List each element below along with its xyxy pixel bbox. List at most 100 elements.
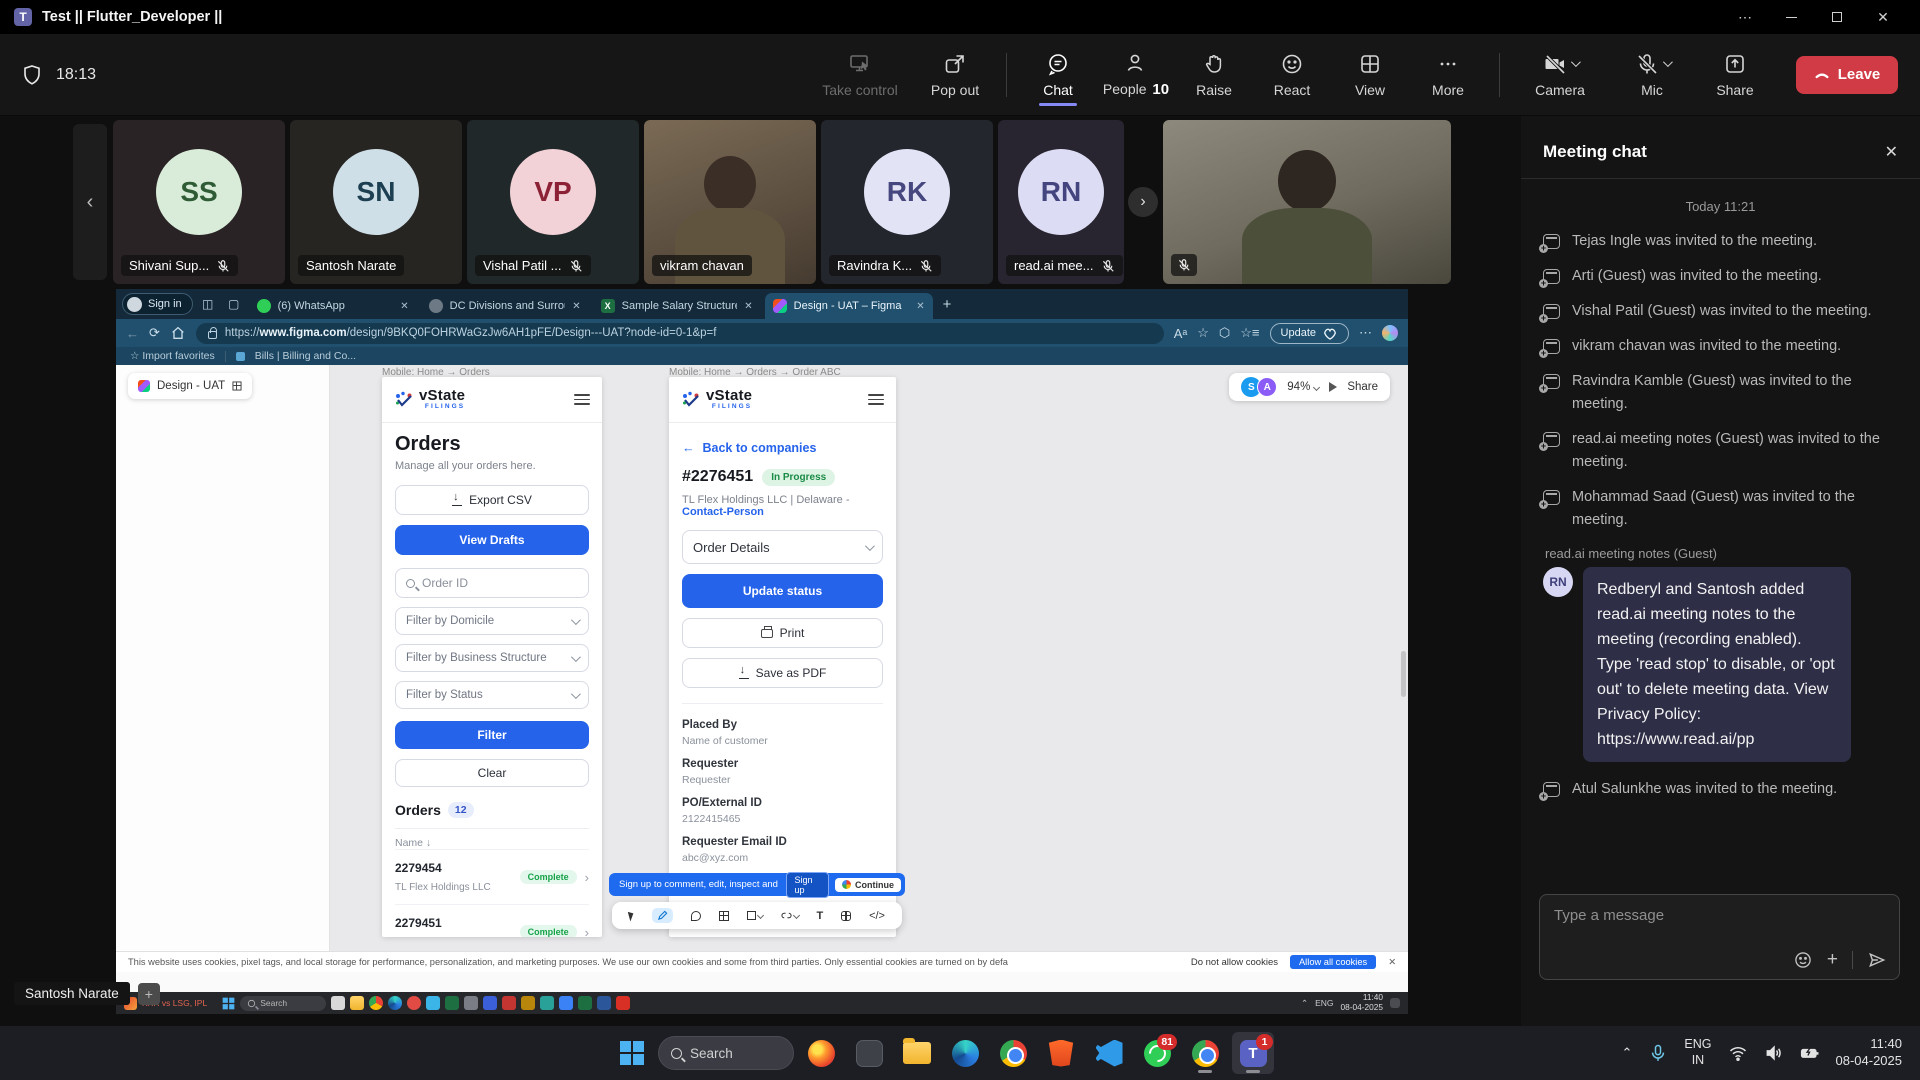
- close-cookie-icon[interactable]: ✕: [1388, 957, 1396, 968]
- shared-clock[interactable]: 11:4008-04-2025: [1341, 993, 1383, 1012]
- taskbar-app-icon[interactable]: [464, 996, 478, 1010]
- more-window-options-icon[interactable]: ⋯: [1722, 0, 1768, 34]
- save-as-pdf-button[interactable]: Save as PDF: [682, 658, 883, 688]
- comment-tool-icon[interactable]: [691, 911, 701, 921]
- volume-icon[interactable]: [1764, 1043, 1784, 1063]
- code-tool-icon[interactable]: </>: [869, 910, 885, 922]
- wifi-icon[interactable]: [1728, 1043, 1748, 1063]
- import-favorites-link[interactable]: ☆ Import favorites: [130, 350, 215, 362]
- chat-input-box[interactable]: +: [1539, 894, 1900, 980]
- browser-tab-active[interactable]: Design - UAT – Figma ✕: [765, 293, 933, 319]
- figma-share-button[interactable]: Share: [1347, 381, 1378, 393]
- view-button[interactable]: View: [1335, 42, 1405, 108]
- text-tool-icon[interactable]: T: [816, 910, 823, 922]
- word-icon[interactable]: [597, 996, 611, 1010]
- taskbar-app-icon[interactable]: [521, 996, 535, 1010]
- new-tab-icon[interactable]: +: [943, 296, 952, 313]
- pages-panel-icon[interactable]: [233, 382, 242, 391]
- taskbar-app-icon[interactable]: [483, 996, 497, 1010]
- close-tab-icon[interactable]: ✕: [400, 301, 408, 312]
- close-icon[interactable]: ✕: [1860, 0, 1906, 34]
- camera-app-icon[interactable]: [848, 1032, 890, 1074]
- workspaces-icon[interactable]: ◫: [197, 293, 219, 315]
- add-overlay-icon[interactable]: +: [138, 983, 160, 1005]
- excel-icon[interactable]: [578, 996, 592, 1010]
- taskbar-app-icon[interactable]: [502, 996, 516, 1010]
- participant-tile[interactable]: VP Vishal Patil ...: [467, 120, 639, 284]
- figma-frame-order-detail[interactable]: vState FILINGS ←Back to companies #22764…: [669, 377, 896, 937]
- clear-button[interactable]: Clear: [395, 759, 589, 787]
- language-indicator[interactable]: ENGIN: [1684, 1037, 1711, 1068]
- widgets-tool-icon[interactable]: [841, 911, 851, 921]
- pop-out-button[interactable]: Pop out: [920, 42, 990, 108]
- camera-button[interactable]: Camera: [1516, 42, 1604, 108]
- start-icon[interactable]: [222, 997, 235, 1010]
- hamburger-menu-icon[interactable]: [574, 394, 590, 405]
- column-header-name[interactable]: Name ↓: [395, 828, 589, 849]
- browser-update-button[interactable]: Update: [1270, 323, 1349, 344]
- update-status-button[interactable]: Update status: [682, 574, 883, 608]
- move-tool-icon[interactable]: [629, 911, 634, 921]
- contact-person-link[interactable]: Contact-Person: [682, 506, 764, 518]
- extensions-icon[interactable]: ⬡: [1219, 325, 1230, 341]
- bills-bookmark-link[interactable]: Bills | Billing and Co...: [255, 350, 356, 362]
- maximize-icon[interactable]: [1814, 0, 1860, 34]
- file-explorer-icon[interactable]: [350, 996, 364, 1010]
- people-button[interactable]: People 10: [1101, 42, 1171, 108]
- frame-tool-icon[interactable]: [719, 911, 729, 921]
- tray-expand-icon[interactable]: ⌃: [1622, 1045, 1633, 1061]
- order-details-dropdown[interactable]: Order Details: [682, 530, 883, 564]
- spotlight-video-tile[interactable]: [1163, 120, 1451, 284]
- chrome-app-icon[interactable]: [992, 1032, 1034, 1074]
- filter-button[interactable]: Filter: [395, 721, 589, 749]
- figma-frame-orders[interactable]: vState FILINGS Orders Manage all your or…: [382, 377, 602, 937]
- read-aloud-icon[interactable]: Aᵃ: [1174, 326, 1188, 341]
- browser-menu-icon[interactable]: ⋯: [1359, 325, 1372, 341]
- participant-tile[interactable]: RK Ravindra K...: [821, 120, 993, 284]
- chrome-profile-app-icon[interactable]: [1184, 1032, 1226, 1074]
- tray-mic-icon[interactable]: [1648, 1043, 1668, 1063]
- favorites-list-icon[interactable]: ☆≡: [1240, 325, 1259, 341]
- react-button[interactable]: React: [1257, 42, 1327, 108]
- battery-icon[interactable]: [1800, 1043, 1820, 1063]
- more-button[interactable]: More: [1413, 42, 1483, 108]
- taskbar-clock[interactable]: 11:4008-04-2025: [1836, 1036, 1903, 1070]
- shared-language-indicator[interactable]: ENG: [1315, 998, 1333, 1008]
- favorite-star-icon[interactable]: ☆: [1197, 325, 1209, 341]
- vscode-app-icon[interactable]: [1088, 1032, 1130, 1074]
- canvas-scrollbar[interactable]: [1401, 651, 1406, 697]
- participant-tile[interactable]: SS Shivani Sup...: [113, 120, 285, 284]
- filter-domicile-dropdown[interactable]: Filter by Domicile: [395, 607, 589, 635]
- order-row[interactable]: 2279451TL Flex Holdings LLC Complete ›: [395, 904, 589, 937]
- figma-document-chip[interactable]: Design - UAT: [128, 373, 252, 399]
- order-row[interactable]: 2279454TL Flex Holdings LLC Complete ›: [395, 849, 589, 904]
- deny-cookies-button[interactable]: Do not allow cookies: [1191, 957, 1278, 968]
- home-icon[interactable]: [170, 325, 186, 341]
- participant-tile[interactable]: RN read.ai mee...: [998, 120, 1124, 284]
- share-button[interactable]: Share: [1700, 42, 1770, 108]
- participant-tile-video[interactable]: vikram chavan: [644, 120, 816, 284]
- shared-search-box[interactable]: Search: [240, 996, 326, 1011]
- browser-tab[interactable]: X Sample Salary Structure with calc ✕: [593, 293, 761, 319]
- signup-button[interactable]: Sign up: [786, 872, 829, 898]
- taskbar-app-icon[interactable]: [540, 996, 554, 1010]
- hamburger-menu-icon[interactable]: [868, 394, 884, 405]
- google-continue-button[interactable]: Continue: [835, 878, 901, 892]
- filter-structure-dropdown[interactable]: Filter by Business Structure: [395, 644, 589, 672]
- taskbar-app-icon[interactable]: [559, 996, 573, 1010]
- collaborator-avatar[interactable]: A: [1257, 377, 1277, 397]
- firefox-app-icon[interactable]: [800, 1032, 842, 1074]
- camera-options-chevron-icon[interactable]: [1570, 57, 1580, 67]
- back-to-companies-link[interactable]: ←Back to companies: [682, 441, 883, 455]
- emoji-icon[interactable]: [1793, 950, 1813, 970]
- send-icon[interactable]: [1867, 950, 1887, 970]
- close-tab-icon[interactable]: ✕: [744, 301, 752, 312]
- tray-expand-icon[interactable]: ⌃: [1301, 998, 1308, 1009]
- zoom-level-dropdown[interactable]: 94%: [1287, 381, 1319, 393]
- notification-icon[interactable]: [1390, 998, 1400, 1008]
- mic-button[interactable]: Mic: [1612, 42, 1692, 108]
- export-csv-button[interactable]: Export CSV: [395, 485, 589, 515]
- order-id-search-input[interactable]: Order ID: [395, 568, 589, 598]
- participant-tile[interactable]: SN Santosh Narate: [290, 120, 462, 284]
- mic-options-chevron-icon[interactable]: [1662, 57, 1672, 67]
